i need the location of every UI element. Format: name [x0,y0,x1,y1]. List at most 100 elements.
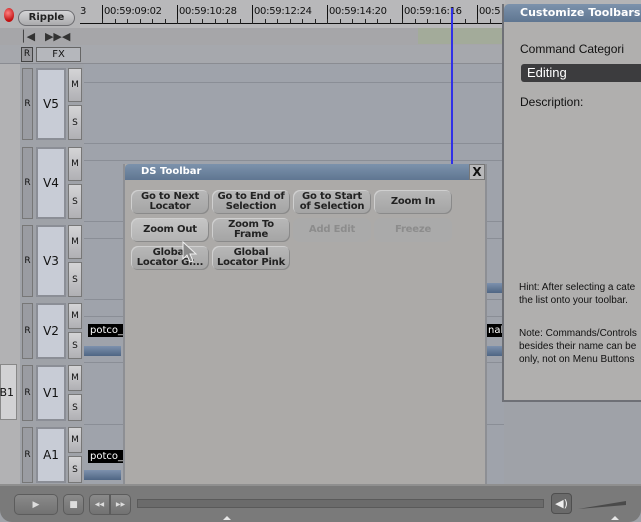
customize-toolbars-window: Customize Toolbars Command Categori Edit… [502,4,641,402]
mute-button[interactable]: M [68,68,82,102]
minor-tick [152,19,153,24]
minor-tick [177,19,178,24]
hint-text-line: the list onto your toolbar. [519,295,628,306]
minor-tick [302,19,303,24]
note-text-line: besides their name can be [519,341,637,352]
mute-button[interactable]: M [68,303,82,329]
minor-tick [364,19,366,24]
record-toggle[interactable]: R [22,68,33,140]
fast-forward-button[interactable]: ▶▶ [110,494,131,515]
speaker-icon: ◀) [555,497,568,510]
timecode-label: 00:5 [479,6,501,17]
mouse-cursor-icon [182,241,198,263]
in-out-range [418,28,502,44]
command-category-select[interactable]: Editing [521,64,641,82]
clip-a1[interactable] [84,470,121,480]
minor-tick [327,19,328,24]
customize-toolbars-title[interactable]: Customize Toolbars [504,4,641,22]
volume-slider-track[interactable] [578,501,626,509]
close-icon[interactable]: X [469,164,485,180]
mute-button[interactable]: M [68,147,82,181]
fx-track-header[interactable]: FX [36,47,81,62]
clip-name-v2[interactable]: potco_ [88,324,126,337]
clip-v2[interactable] [84,346,121,356]
playhead[interactable] [451,8,453,164]
volume-marker[interactable] [611,516,619,520]
track-name[interactable]: V1 [36,365,66,421]
track-name[interactable]: V2 [36,303,66,359]
go-to-start-of-selection-button[interactable]: Go to Start of Selection [293,190,371,214]
button-label: Freeze [394,224,432,235]
record-toggle[interactable]: R [22,147,33,219]
scrub-position-marker[interactable] [223,516,231,520]
stop-icon: ■ [69,499,78,510]
global-locator-pink-button[interactable]: Global Locator Pink [212,246,290,270]
solo-button[interactable]: S [68,184,82,219]
minor-tick [314,19,316,24]
minor-tick [339,19,341,24]
minor-tick [114,19,116,24]
mute-button[interactable]: M [68,427,82,453]
track-name[interactable]: A1 [36,427,66,483]
solo-button[interactable]: S [68,332,82,359]
mute-button[interactable]: M [68,365,82,391]
record-toggle[interactable]: R [22,225,33,297]
record-indicator-icon[interactable] [4,8,14,22]
record-toggle[interactable]: R [22,303,33,359]
ripple-mode-button[interactable]: Ripple [18,10,75,26]
solo-button[interactable]: S [68,105,82,140]
stop-button[interactable]: ■ [63,494,84,515]
volume-button[interactable]: ◀) [551,493,572,514]
play-button[interactable]: ▶ [14,494,58,515]
hint-text-line: Hint: After selecting a cate [519,282,636,293]
trim-icon[interactable]: ▶▶◀ [45,30,70,43]
source-track-b1[interactable]: B1 [0,364,17,420]
mute-button[interactable]: M [68,225,82,259]
button-label: Zoom In [390,196,436,207]
clip-name-a1[interactable]: potco_ [88,450,126,463]
zoom-to-frame-button[interactable]: Zoom To Frame [212,218,290,242]
record-toggle[interactable]: R [22,427,33,483]
minor-tick [252,19,253,24]
timecode-ruler[interactable]: 3 00:59:09:02 00:59:10:28 00:59:12:24 00… [80,0,505,28]
clip-v3-right[interactable] [487,283,503,293]
zoom-out-button[interactable]: Zoom Out [131,218,209,242]
nav-controls: │◀ ▶▶◀ [20,30,76,43]
go-to-next-locator-button[interactable]: Go to Next Locator [131,190,209,214]
ds-toolbar-title[interactable]: DS Toolbar [125,164,471,180]
step-back-icon[interactable]: │◀ [20,30,35,43]
minor-tick [164,19,166,24]
button-label: Zoom Out [143,224,197,235]
scrub-bar[interactable] [137,499,544,508]
minor-tick [377,19,378,24]
fx-record-toggle[interactable]: R [21,47,33,62]
minor-tick [427,19,428,24]
solo-button[interactable]: S [68,262,82,297]
freeze-button[interactable]: Freeze [374,218,452,242]
solo-button[interactable]: S [68,456,82,483]
minor-tick [402,19,403,24]
description-label: Description: [520,95,584,109]
record-toggle[interactable]: R [22,365,33,421]
minor-tick [239,19,241,24]
minor-tick [352,19,353,24]
clip-v2-right[interactable] [487,346,503,356]
rewind-button[interactable]: ◀◀ [89,494,110,515]
minor-tick [202,19,203,24]
zoom-in-button[interactable]: Zoom In [374,190,452,214]
solo-button[interactable]: S [68,394,82,421]
track-name[interactable]: V5 [36,68,66,140]
track-divider [84,143,504,144]
volume-slider[interactable] [578,498,628,510]
minor-tick [102,19,103,24]
minor-tick [477,19,478,24]
add-edit-button[interactable]: Add Edit [293,218,371,242]
minor-tick [414,19,416,24]
minor-tick [464,19,466,24]
go-to-end-of-selection-button[interactable]: Go to End of Selection [212,190,290,214]
ds-toolbar-window: DS Toolbar X Go to Next Locator Go to End… [123,164,487,486]
track-name[interactable]: V3 [36,225,66,297]
minor-tick [277,19,278,24]
timecode-label: 00:59:14:20 [329,6,387,17]
track-name[interactable]: V4 [36,147,66,219]
